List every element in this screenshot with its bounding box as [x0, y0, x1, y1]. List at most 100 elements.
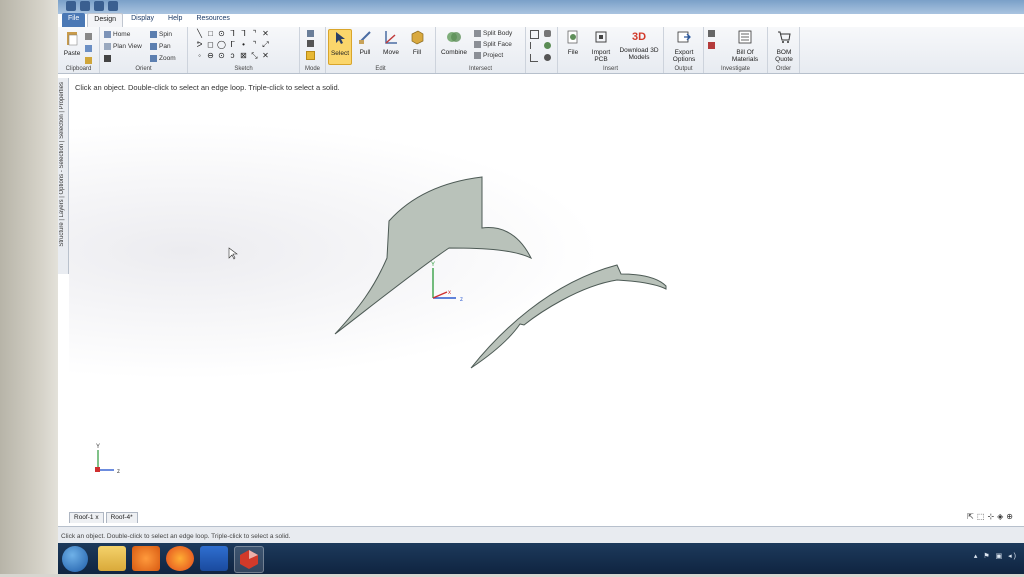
app-window: File Design Display Help Resources Paste… [58, 0, 1024, 560]
origin-button[interactable] [530, 54, 538, 62]
cut-icon [85, 33, 92, 40]
probe-icon [708, 42, 715, 49]
save-icon[interactable] [80, 1, 90, 11]
undo-icon[interactable] [94, 1, 104, 11]
sweep-arc-icon[interactable]: ᒥ [227, 40, 238, 51]
output-label: Output [674, 66, 693, 72]
corner-icon[interactable]: ⌝ [249, 29, 260, 40]
mode-label: Mode [304, 66, 320, 72]
select-label: Select [330, 50, 350, 57]
paste-button[interactable]: Paste [61, 30, 83, 57]
select-mode-icon[interactable]: ⇱ [967, 512, 977, 521]
side-panel-tabs[interactable]: Structure | Layers | Options - Selection… [59, 82, 65, 247]
import-pcb-button[interactable]: Import PCB [588, 29, 614, 63]
app-menu-icon[interactable] [66, 1, 76, 11]
tab-design[interactable]: Design [87, 13, 124, 27]
designspark-taskbar-button[interactable] [234, 546, 264, 573]
trim-icon[interactable]: ⊠ [238, 51, 249, 62]
doc-tab-roof-1[interactable]: Roof-1 x [69, 512, 104, 523]
doc-tab-roof-4[interactable]: Roof-4* [105, 512, 138, 523]
bill-of-materials-button[interactable]: Bill Of Materials [724, 29, 766, 63]
slot-icon[interactable]: ⊖ [205, 51, 216, 62]
section-mode-button[interactable] [307, 40, 314, 47]
orient-label: Orient [135, 66, 152, 72]
roof-surface-right[interactable] [470, 264, 667, 369]
start-button[interactable] [62, 546, 88, 572]
design-canvas[interactable]: Click an object. Double-click to select … [69, 78, 1024, 510]
zoom-fit-icon[interactable]: ⊕ [1006, 512, 1016, 521]
gear-button[interactable] [544, 54, 551, 61]
line-icon[interactable]: ╲ [194, 29, 205, 40]
select-button[interactable]: Select [328, 29, 352, 65]
monitor-bezel [0, 0, 60, 574]
insert-file-button[interactable]: File [562, 29, 584, 56]
display-style-icon[interactable]: ◈ [997, 512, 1006, 521]
ellipse-icon[interactable]: ◯ [216, 40, 227, 51]
redo-icon[interactable] [108, 1, 118, 11]
rectangle-icon[interactable]: □ [205, 29, 216, 40]
polygon-icon[interactable]: ◻ [205, 40, 216, 51]
explorer-icon[interactable] [98, 546, 126, 571]
tab-display[interactable]: Display [125, 13, 160, 27]
axis-button[interactable] [530, 42, 538, 49]
media-player-icon[interactable] [132, 546, 160, 571]
split-face-button[interactable]: Split Face [474, 41, 512, 48]
side-panel[interactable]: Structure | Layers | Options - Selection… [58, 78, 69, 274]
measure-button[interactable] [708, 30, 715, 37]
model-viewport[interactable]: Y x z Y z [69, 78, 1024, 510]
fill-button[interactable]: Fill [406, 29, 428, 56]
plane-button[interactable] [530, 30, 539, 39]
pan-button[interactable]: Pan [150, 43, 171, 50]
tab-file[interactable]: File [62, 13, 86, 27]
move-button[interactable]: Move [380, 29, 402, 56]
box-select-icon[interactable]: ⬚ [977, 512, 988, 521]
tab-help[interactable]: Help [162, 13, 188, 27]
cylinder-button[interactable] [544, 30, 551, 37]
bom-icon [738, 30, 752, 44]
spline-icon[interactable]: ᕗ [194, 40, 205, 51]
arc-icon[interactable]: ᒣ [227, 29, 238, 40]
offset-icon[interactable]: ⌝ [249, 40, 260, 51]
snap-icon[interactable]: ⊹ [987, 512, 997, 521]
combine-icon [447, 32, 461, 42]
zoom-label: Zoom [159, 55, 176, 62]
sphere-button[interactable] [544, 42, 551, 49]
pcb-icon [595, 31, 607, 43]
copy-button[interactable] [85, 45, 92, 52]
3d-mode-button[interactable] [306, 51, 315, 60]
close-icon[interactable]: x [95, 514, 98, 521]
spin-button[interactable]: Spin [150, 31, 172, 38]
outlook-icon[interactable] [200, 546, 228, 571]
home-button[interactable]: Home [104, 31, 130, 38]
project-curve-icon[interactable]: ⤢ [260, 40, 271, 51]
split-line-icon[interactable]: ✕ [260, 51, 271, 62]
move-grid-icon[interactable]: ⤡ [249, 51, 260, 62]
tangent-arc-icon[interactable]: ᒣ [238, 29, 249, 40]
cut-button[interactable] [85, 33, 92, 40]
download-label-1: Download 3D [619, 47, 659, 54]
zoom-button[interactable]: Zoom [150, 55, 176, 62]
three-point-circle-icon[interactable]: ⊙ [216, 51, 227, 62]
bend-icon[interactable]: ↄ [227, 51, 238, 62]
sketch-mode-button[interactable] [307, 30, 314, 37]
circle-icon[interactable]: ⊙ [216, 29, 227, 40]
format-button[interactable] [85, 57, 92, 64]
pull-button[interactable]: Pull [354, 29, 376, 56]
point-icon[interactable]: • [238, 40, 249, 51]
project-button[interactable]: Project [474, 52, 503, 59]
investigate-label: Investigate [720, 66, 751, 72]
three-point-icon[interactable]: ◦ [194, 51, 205, 62]
download-3d-button[interactable]: 3D Download 3D Models [616, 29, 662, 61]
bom-quote-button[interactable]: BOM Quote [770, 29, 798, 63]
firefox-icon[interactable] [166, 546, 194, 571]
tab-resources[interactable]: Resources [190, 13, 235, 27]
split-body-button[interactable]: Split Body [474, 30, 512, 37]
plan-view-button[interactable]: Plan View [104, 43, 142, 50]
system-tray[interactable]: ▴ ⚑ ▣ ◂) [974, 552, 1018, 560]
export-options-button[interactable]: Export Options [668, 29, 700, 63]
cross-icon[interactable]: ✕ [260, 29, 271, 40]
view-cube-button[interactable] [104, 55, 111, 62]
combine-button[interactable]: Combine [438, 29, 470, 56]
roof-surface-left[interactable] [334, 176, 533, 335]
probe-button[interactable] [708, 42, 715, 49]
